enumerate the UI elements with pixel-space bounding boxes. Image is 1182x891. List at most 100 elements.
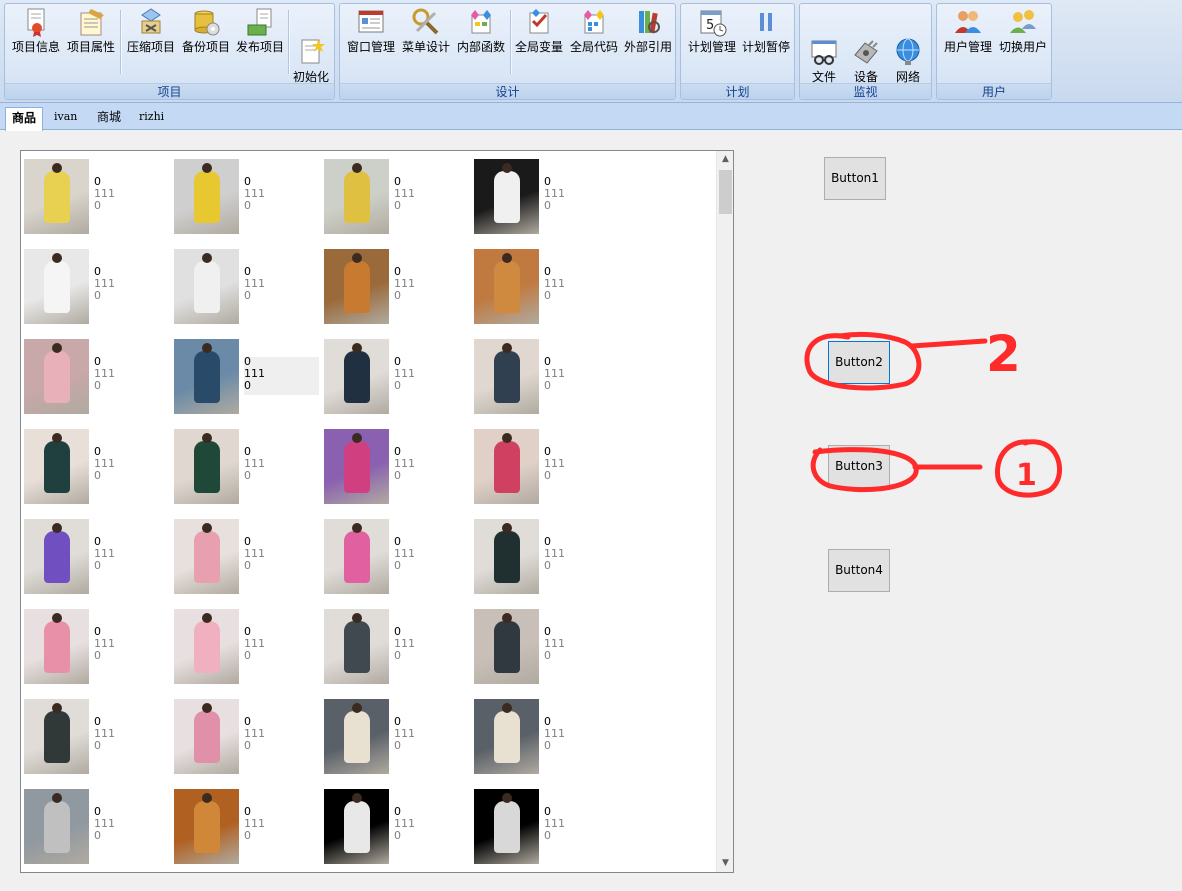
product-item[interactable]: 0 111 0 [474, 789, 620, 869]
button1[interactable]: Button1 [824, 157, 886, 200]
product-item[interactable]: 0 111 0 [174, 789, 320, 869]
product-item[interactable]: 0 111 0 [174, 699, 320, 779]
product-item[interactable]: 0 111 0 [474, 249, 620, 329]
group-caption-design: 设计 [340, 83, 675, 99]
product-item[interactable]: 0 111 0 [474, 429, 620, 509]
product-thumbnail [474, 159, 539, 234]
tab-goods[interactable]: 商品 [5, 107, 44, 131]
project-properties-button[interactable]: 项目属性 [63, 7, 119, 55]
product-line3: 0 [94, 469, 101, 482]
product-item[interactable]: 0 111 0 [174, 429, 320, 509]
product-text: 0 111 0 [94, 356, 115, 392]
product-line3: 0 [244, 469, 251, 482]
plan-pause-button[interactable]: 计划暂停 [738, 7, 794, 55]
product-text: 0 111 0 [94, 716, 115, 752]
tab-mall[interactable]: 商城 [91, 107, 127, 129]
product-line3: 0 [394, 469, 401, 482]
project-info-label: 项目信息 [11, 40, 60, 54]
product-item[interactable]: 0 111 0 [174, 249, 320, 329]
product-text: 0 111 0 [244, 446, 265, 482]
product-line3: 0 [394, 649, 401, 662]
product-line3: 0 [94, 379, 101, 392]
product-item[interactable]: 0 111 0 [174, 519, 320, 599]
group-caption-user: 用户 [937, 83, 1051, 99]
button2[interactable]: Button2 [828, 341, 890, 384]
product-thumbnail [324, 429, 389, 504]
tab-ivan[interactable]: ivan [48, 107, 83, 129]
product-thumbnail [474, 609, 539, 684]
menu-design-button[interactable]: 菜单设计 [398, 7, 454, 55]
compress-project-label: 压缩项目 [126, 40, 175, 54]
database-icon [191, 7, 221, 37]
product-item[interactable]: 0 111 0 [24, 699, 170, 779]
product-item[interactable]: 0 111 0 [324, 249, 470, 329]
product-item[interactable]: 0 111 0 [474, 339, 620, 419]
product-text: 0 111 0 [94, 266, 115, 302]
internal-function-button[interactable]: 内部函数 [453, 7, 509, 55]
product-item[interactable]: 0 111 0 [174, 159, 320, 239]
product-item[interactable]: 0 111 0 [24, 609, 170, 689]
product-item[interactable]: 0 111 0 [174, 339, 320, 419]
button3[interactable]: Button3 [828, 445, 890, 488]
product-thumbnail [474, 429, 539, 504]
user-manage-button[interactable]: 用户管理 [940, 7, 996, 55]
plan-manage-button[interactable]: 5 计划管理 [684, 7, 740, 55]
product-item[interactable]: 0 111 0 [174, 609, 320, 689]
product-item[interactable]: 0 111 0 [474, 519, 620, 599]
product-line3: 0 [244, 559, 251, 572]
product-list-panel[interactable]: 0 111 0 0 111 0 0 111 0 0 111 0 0 111 0 0 111 0 0 111 0 0 111 0… [20, 150, 734, 873]
product-item[interactable]: 0 111 0 [324, 789, 470, 869]
product-text: 0 111 0 [244, 266, 265, 302]
product-item[interactable]: 0 111 0 [24, 789, 170, 869]
product-item[interactable]: 0 111 0 [474, 609, 620, 689]
product-item[interactable]: 0 111 0 [324, 159, 470, 239]
product-item[interactable]: 0 111 0 [324, 699, 470, 779]
product-item[interactable]: 0 111 0 [24, 519, 170, 599]
global-variable-button[interactable]: 全局变量 [511, 7, 567, 55]
compress-project-button[interactable]: 压缩项目 [123, 7, 179, 55]
product-thumbnail [24, 789, 89, 864]
compress-icon [136, 7, 166, 37]
tab-rizhi[interactable]: rizhi [133, 107, 170, 129]
project-info-button[interactable]: 项目信息 [8, 7, 64, 55]
global-code-button[interactable]: 全局代码 [566, 7, 622, 55]
product-thumbnail [24, 339, 89, 414]
product-item[interactable]: 0 111 0 [474, 699, 620, 779]
annotation-label-1: 1 [1016, 458, 1037, 493]
vertical-scrollbar[interactable]: ▲ ▼ [716, 151, 733, 872]
product-thumbnail [174, 519, 239, 594]
product-item[interactable]: 0 111 0 [324, 609, 470, 689]
product-line3: 0 [94, 559, 101, 572]
separator [288, 10, 289, 74]
window-form-icon [356, 7, 386, 37]
product-item[interactable]: 0 111 0 [24, 249, 170, 329]
product-item[interactable]: 0 111 0 [324, 429, 470, 509]
product-item[interactable]: 0 111 0 [474, 159, 620, 239]
group-caption-project: 项目 [5, 83, 334, 99]
switch-user-button[interactable]: 切换用户 [995, 7, 1051, 55]
product-item[interactable]: 0 111 0 [24, 339, 170, 419]
product-text: 0 111 0 [544, 716, 565, 752]
external-reference-button[interactable]: 外部引用 [620, 7, 676, 55]
project-properties-label: 项目属性 [66, 40, 115, 54]
annotation-label-2: 2 [986, 325, 1021, 383]
product-line3: 0 [394, 379, 401, 392]
separator [120, 10, 121, 74]
product-line3: 0 [94, 199, 101, 212]
product-item[interactable]: 0 111 0 [324, 519, 470, 599]
document-star-icon [296, 22, 326, 64]
scroll-up-arrow-icon[interactable]: ▲ [717, 151, 733, 168]
scroll-down-arrow-icon[interactable]: ▼ [717, 855, 733, 872]
button4[interactable]: Button4 [828, 549, 890, 592]
product-line3: 0 [544, 649, 551, 662]
scrollbar-thumb[interactable] [719, 170, 732, 214]
product-text: 0 111 0 [244, 716, 265, 752]
product-item[interactable]: 0 111 0 [24, 429, 170, 509]
backup-project-button[interactable]: 备份项目 [178, 7, 234, 55]
product-line3: 0 [544, 379, 551, 392]
product-line3: 0 [394, 199, 401, 212]
publish-project-button[interactable]: 发布项目 [232, 7, 288, 55]
product-item[interactable]: 0 111 0 [24, 159, 170, 239]
product-item[interactable]: 0 111 0 [324, 339, 470, 419]
window-manage-button[interactable]: 窗口管理 [343, 7, 399, 55]
